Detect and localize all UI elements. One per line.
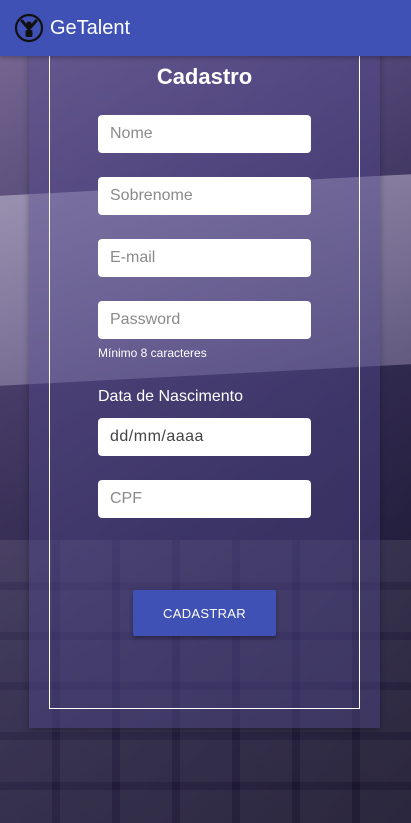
birth-date-input[interactable] (98, 418, 311, 456)
password-input[interactable] (98, 301, 311, 339)
register-button[interactable]: CADASTRAR (133, 590, 276, 636)
app-bar: GeTalent (0, 0, 411, 56)
app-title: GeTalent (50, 16, 131, 39)
first-name-input[interactable] (98, 115, 311, 153)
email-input[interactable] (98, 239, 311, 277)
birth-date-label: Data de Nascimento (98, 388, 243, 405)
last-name-input[interactable] (98, 177, 311, 215)
talent-logo-icon[interactable] (14, 13, 44, 43)
cpf-input[interactable] (98, 480, 311, 518)
form-title: Cadastro (156, 64, 253, 89)
password-hint: Mínimo 8 caracteres (98, 346, 207, 360)
